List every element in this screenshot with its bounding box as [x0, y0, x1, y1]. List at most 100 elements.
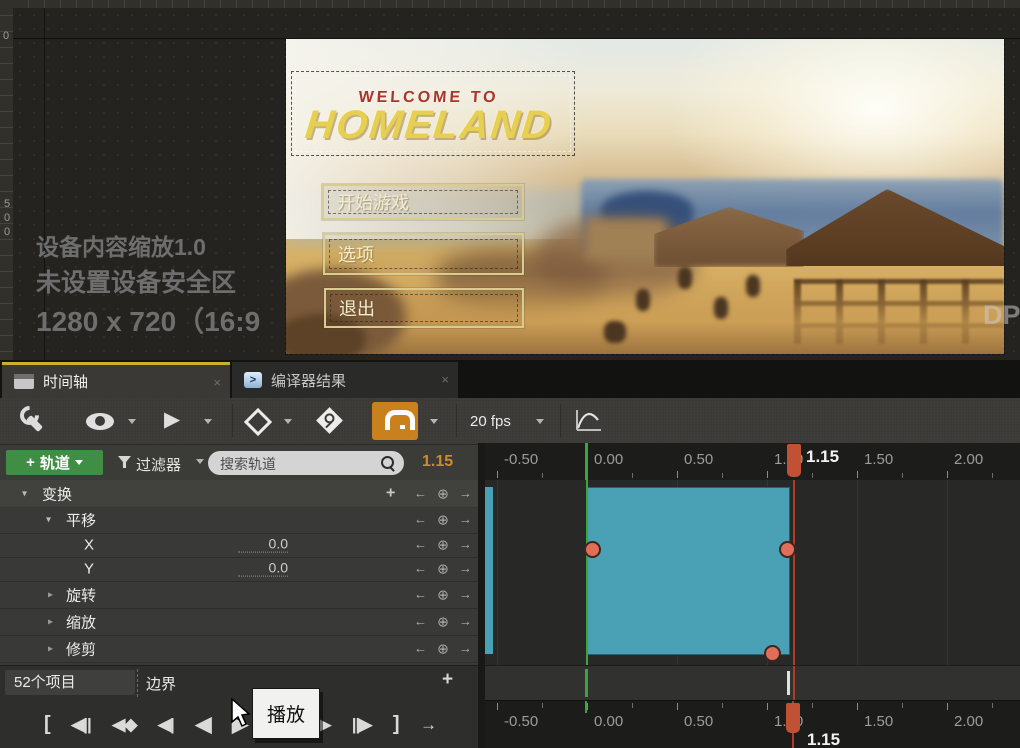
unreal-editor-window: 0 500 设备内容缩放1.0 未设置设备安全区 1280 x 720（16:9… [0, 0, 1020, 748]
collapse-icon[interactable]: ▸ [48, 616, 53, 627]
previous-key-icon[interactable]: ← [414, 561, 427, 578]
filter-funnel-icon[interactable] [118, 456, 131, 468]
track-row-y[interactable]: Y 0.0 ← ⊕ → [0, 557, 478, 582]
game-preview[interactable]: WELCOME TO HOMELAND 开始游戏 选项 退出 [285, 38, 1005, 355]
add-key-icon[interactable]: ⊕ [437, 512, 449, 529]
close-icon[interactable]: × [213, 376, 221, 389]
exit-label: 退出 [339, 299, 375, 319]
add-key-icon[interactable]: ⊕ [437, 537, 449, 554]
next-key-icon[interactable]: → [459, 561, 472, 578]
filter-caret[interactable] [196, 459, 204, 464]
ruler-label: 2.00 [954, 713, 984, 730]
add-section-icon[interactable]: + [386, 484, 395, 502]
previous-key-icon[interactable]: ← [414, 537, 427, 554]
add-key-icon[interactable]: ⊕ [437, 586, 449, 603]
previous-key-icon[interactable]: ← [414, 485, 427, 502]
settings-wrench-icon[interactable] [16, 402, 44, 432]
previous-key-icon[interactable]: ← [414, 512, 427, 529]
start-game-button[interactable]: 开始游戏 [322, 184, 524, 220]
animation-section-clip[interactable] [587, 487, 790, 655]
add-key-icon[interactable]: ⊕ [437, 640, 449, 657]
step-backward-button[interactable]: ◀| [158, 715, 175, 735]
track-row-translation[interactable]: ▾ 平移 ← ⊕ → [0, 507, 478, 534]
tab-timeline[interactable]: 时间轴 × [2, 362, 230, 398]
options-button[interactable]: 选项 [323, 233, 524, 275]
x-value-field[interactable]: 0.0 [238, 536, 288, 553]
curve-editor-icon[interactable] [574, 407, 604, 433]
next-key-icon[interactable]: → [459, 640, 472, 657]
next-key-icon[interactable]: → [459, 613, 472, 630]
playback-options-icon[interactable]: ▶ [164, 409, 180, 430]
designer-viewport[interactable]: 0 500 设备内容缩放1.0 未设置设备安全区 1280 x 720（16:9… [0, 0, 1020, 360]
panel-tab-bar: 时间轴 × > 编译器结果 × [0, 360, 1020, 398]
tab-compiler-results[interactable]: > 编译器结果 × [232, 362, 458, 398]
add-key-icon[interactable]: ⊕ [437, 561, 449, 578]
keyframe-dot[interactable] [779, 541, 796, 558]
vertical-scroll-strip[interactable] [485, 487, 493, 654]
add-track-button[interactable]: + 轨道 [6, 450, 103, 475]
fps-dropdown[interactable]: 20 fps [470, 413, 511, 430]
previous-key-icon[interactable]: ← [414, 640, 427, 657]
keyframe-options-caret[interactable] [284, 419, 292, 424]
add-icon[interactable]: + [442, 669, 453, 691]
next-key-icon[interactable]: → [459, 485, 472, 502]
to-front-button[interactable]: [ [44, 713, 51, 736]
track-row-transform[interactable]: ▾ 变换 + ← ⊕ → [0, 480, 478, 508]
view-options-eye-icon[interactable] [86, 413, 114, 430]
previous-key-icon[interactable]: ← [414, 586, 427, 603]
snapping-toggle-button[interactable] [372, 402, 418, 440]
search-tracks-input[interactable] [212, 452, 372, 475]
expand-icon[interactable]: ▾ [22, 488, 27, 499]
track-label-transform: 变换 [42, 486, 73, 503]
resolution-text: 1280 x 720（16:9 [36, 306, 261, 337]
keyframe-dot[interactable] [584, 541, 601, 558]
exit-button[interactable]: 退出 [324, 288, 524, 328]
ruler-label: 1.50 [864, 713, 894, 730]
add-key-icon[interactable]: ⊕ [437, 613, 449, 630]
view-options-caret[interactable] [128, 419, 136, 424]
collapse-icon[interactable]: ▸ [48, 643, 53, 654]
border-track-label[interactable]: 边界 [146, 673, 176, 694]
playhead-time-label: 1.15 [806, 447, 840, 466]
previous-key-button[interactable]: ◀◆ [112, 715, 137, 735]
track-row-shear[interactable]: ▸ 修剪 ← ⊕ → [0, 635, 478, 663]
close-icon[interactable]: × [441, 373, 449, 386]
add-key-icon[interactable]: ⊕ [437, 485, 449, 502]
playback-options-caret[interactable] [204, 419, 212, 424]
track-row-x[interactable]: X 0.0 ← ⊕ → [0, 533, 478, 558]
current-time-display[interactable]: 1.15 [422, 453, 453, 471]
track-panel-status-bar: 52个项目 边界 + [0, 665, 478, 701]
playback-range-start-marker[interactable] [585, 443, 588, 480]
jump-forward-button[interactable]: ||▶ [352, 715, 373, 735]
track-row-rotation[interactable]: ▸ 旋转 ← ⊕ → [0, 581, 478, 609]
playhead-handle[interactable] [787, 444, 801, 477]
track-label-x: X [84, 536, 95, 554]
bottom-playhead-handle[interactable] [786, 703, 800, 733]
range-scrollbar[interactable] [485, 665, 1020, 701]
track-row-scale[interactable]: ▸ 缩放 ← ⊕ → [0, 608, 478, 636]
keyframe-area[interactable] [485, 480, 1020, 665]
filter-button[interactable]: 过滤器 [136, 454, 181, 475]
ruler-label: 1.50 [864, 451, 894, 468]
y-value-field[interactable]: 0.0 [238, 560, 288, 577]
vertical-ruler [0, 0, 13, 360]
fps-caret[interactable] [536, 419, 544, 424]
collapse-icon[interactable]: ▸ [48, 589, 53, 600]
keyframe-dot[interactable] [764, 645, 781, 662]
sequencer-icon [14, 374, 34, 389]
jump-backward-button[interactable]: ◀|| [71, 715, 92, 735]
bottom-time-ruler[interactable]: -0.50 0.00 0.50 1.00 1.50 2.00 1.15 [485, 700, 1020, 748]
next-key-icon[interactable]: → [459, 512, 472, 529]
panel-splitter[interactable] [478, 443, 485, 748]
next-key-icon[interactable]: → [459, 537, 472, 554]
bottom-playhead-time: 1.15 [807, 730, 841, 748]
previous-key-icon[interactable]: ← [414, 613, 427, 630]
time-ruler[interactable]: -0.50 0.00 0.50 1.00 1.50 2.00 [485, 443, 1020, 481]
next-key-icon[interactable]: → [459, 586, 472, 603]
snapping-caret[interactable] [430, 419, 438, 424]
expand-icon[interactable]: ▾ [46, 514, 51, 525]
to-end-button[interactable]: ] [393, 713, 400, 736]
playback-mode-button[interactable]: → [420, 715, 437, 735]
add-track-caret [74, 460, 83, 465]
play-reverse-button[interactable]: ◀ [195, 712, 211, 737]
